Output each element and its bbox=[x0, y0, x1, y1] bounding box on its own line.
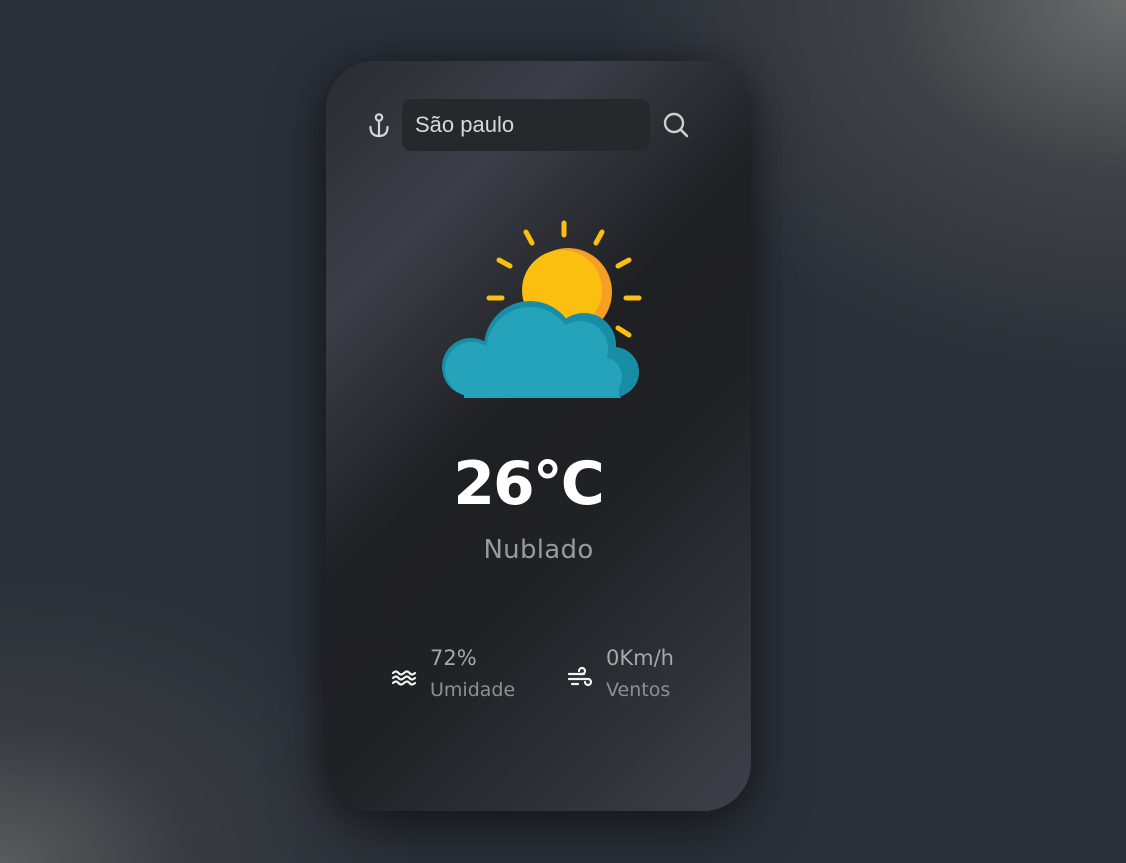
humidity-stat: 72% Umidade bbox=[390, 646, 550, 706]
wind-label: Ventos bbox=[606, 679, 671, 701]
humidity-value: 72% bbox=[430, 646, 477, 670]
wind-stat: 0Km/h Ventos bbox=[566, 646, 736, 706]
partly-cloudy-icon bbox=[434, 219, 644, 401]
weather-card: 26°C Nublado 72% Umidade bbox=[326, 61, 751, 811]
humidity-label: Umidade bbox=[430, 679, 516, 701]
search-icon[interactable] bbox=[662, 111, 690, 139]
search-input[interactable] bbox=[402, 99, 650, 151]
temperature-value: 26°C bbox=[453, 449, 605, 519]
anchor-icon bbox=[368, 113, 390, 139]
search-bar bbox=[326, 99, 751, 151]
weather-description: Nublado bbox=[483, 535, 594, 565]
wind-value: 0Km/h bbox=[606, 646, 674, 670]
waves-icon bbox=[390, 666, 418, 690]
wind-icon bbox=[566, 666, 594, 690]
